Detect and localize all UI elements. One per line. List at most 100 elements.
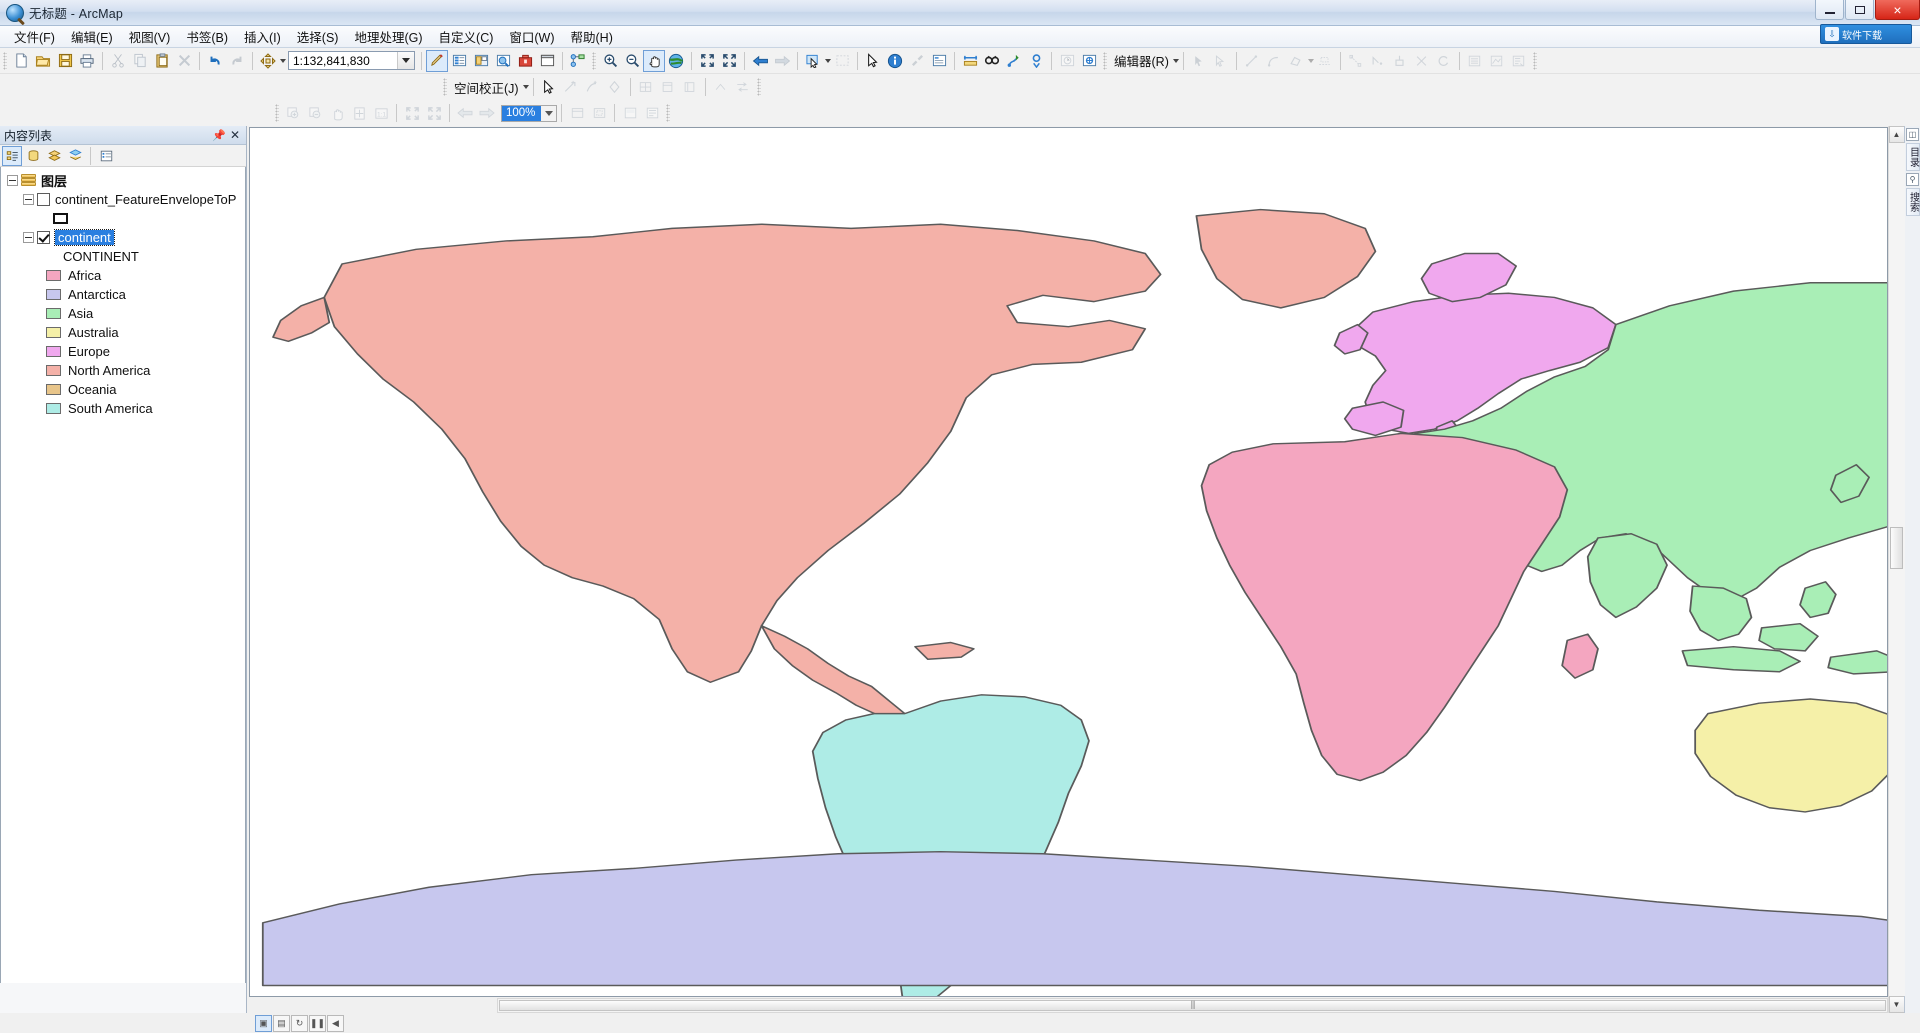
class-swatch[interactable] [46, 327, 61, 338]
menu-bookmarks[interactable]: 书签(B) [178, 25, 236, 48]
toc-layer-continent[interactable]: continent [1, 228, 245, 247]
fixed-zoom-out-icon[interactable] [423, 102, 445, 124]
pause-drawing-icon[interactable]: ❚❚ [309, 1014, 326, 1032]
toc-class-africa[interactable]: Africa [1, 266, 245, 285]
create-viewer-icon[interactable] [1078, 50, 1100, 72]
scroll-down-button[interactable]: ▼ [1888, 996, 1905, 1013]
toolbar-grip[interactable] [3, 51, 7, 70]
hyperlink-icon[interactable] [906, 50, 928, 72]
toc-class-oceania[interactable]: Oceania [1, 380, 245, 399]
expander-icon[interactable] [7, 175, 18, 186]
find-icon[interactable] [981, 50, 1003, 72]
attributes-icon[interactable] [1464, 50, 1486, 72]
pan-icon[interactable] [643, 49, 665, 72]
map-horizontal-scrollbar[interactable] [247, 997, 1888, 1013]
search-icon[interactable] [492, 50, 514, 72]
menu-help[interactable]: 帮助(H) [563, 25, 621, 48]
zoom-in-icon[interactable] [599, 50, 621, 72]
new-multipoint-link-icon[interactable] [604, 76, 626, 98]
layout-view-icon[interactable]: ▤ [273, 1014, 290, 1032]
toc-class-south-america[interactable]: South America [1, 399, 245, 418]
new-identity-link-icon[interactable] [582, 76, 604, 98]
chevron-left-icon[interactable]: ◀ [327, 1014, 344, 1032]
full-extent-icon[interactable] [665, 50, 687, 72]
download-banner[interactable]: ⇩ 软件下载 [1820, 24, 1912, 44]
hscroll-track[interactable] [497, 997, 1888, 1013]
menu-edit[interactable]: 编辑(E) [63, 25, 121, 48]
find-route-icon[interactable] [1003, 50, 1025, 72]
minimize-button[interactable] [1815, 0, 1844, 20]
toolbar-grip[interactable] [1532, 51, 1537, 70]
measure-icon[interactable] [959, 50, 981, 72]
rotate-icon[interactable] [1433, 50, 1455, 72]
class-swatch[interactable] [46, 365, 61, 376]
layout-pan-icon[interactable] [326, 102, 348, 124]
expander-icon[interactable] [23, 232, 34, 243]
new-displacement-link-icon[interactable] [560, 76, 582, 98]
save-icon[interactable] [54, 50, 76, 72]
layer-visibility-checkbox[interactable] [37, 231, 50, 244]
fixed-zoom-in-icon[interactable] [696, 50, 718, 72]
go-next-extent-icon[interactable] [771, 50, 793, 72]
vscroll-track[interactable] [1888, 143, 1905, 996]
split-icon[interactable] [1411, 50, 1433, 72]
select-elements-icon[interactable] [538, 76, 560, 98]
toolbar-grip[interactable] [592, 51, 596, 70]
list-by-source-icon[interactable] [23, 146, 43, 166]
view-link-table-icon[interactable] [635, 76, 657, 98]
class-swatch[interactable] [46, 384, 61, 395]
open-document-icon[interactable] [32, 50, 54, 72]
toc-class-australia[interactable]: Australia [1, 323, 245, 342]
map-scale-input[interactable] [289, 52, 397, 69]
focus-data-frame-icon[interactable] [588, 102, 610, 124]
layout-zoom-out-icon[interactable] [304, 102, 326, 124]
go-back-extent-icon[interactable] [749, 50, 771, 72]
straight-segment-icon[interactable] [1241, 50, 1263, 72]
cut-icon[interactable] [107, 50, 129, 72]
toc-layer-continent-featureenvelopetop[interactable]: continent_FeatureEnvelopeToP [1, 190, 245, 209]
arctoolbox-icon[interactable] [514, 50, 536, 72]
toc-tree[interactable]: 图层 continent_FeatureEnvelopeToP continen… [0, 167, 246, 983]
toolbar-grip[interactable] [756, 78, 761, 96]
layout-zoom-value[interactable]: 100% [502, 105, 542, 121]
scroll-up-button[interactable]: ▲ [1888, 126, 1905, 143]
new-document-icon[interactable] [10, 50, 32, 72]
toc-class-europe[interactable]: Europe [1, 342, 245, 361]
class-swatch[interactable] [46, 308, 61, 319]
class-swatch[interactable] [46, 403, 61, 414]
edit-annotation-icon[interactable] [1210, 50, 1232, 72]
spatial-adjustment-dropdown-icon[interactable] [522, 85, 529, 89]
data-driven-pages-icon[interactable] [641, 102, 663, 124]
map-canvas[interactable] [249, 127, 1888, 997]
construction-tool-icon[interactable] [1285, 50, 1307, 72]
arc-segment-icon[interactable] [1263, 50, 1285, 72]
menu-file[interactable]: 文件(F) [6, 25, 63, 48]
symbol-swatch-hollow[interactable] [53, 213, 68, 224]
zoom-whole-page-icon[interactable] [348, 102, 370, 124]
model-builder-icon[interactable] [567, 50, 589, 72]
hscroll-thumb[interactable] [499, 999, 1886, 1011]
options-icon[interactable] [96, 146, 116, 166]
edit-tool-icon[interactable] [1188, 50, 1210, 72]
editor-toolbar-icon[interactable] [426, 49, 448, 72]
toolbar-grip[interactable] [1103, 51, 1107, 70]
layout-zoom-in-icon[interactable] [282, 102, 304, 124]
menu-window[interactable]: 窗口(W) [501, 25, 562, 48]
toc-class-asia[interactable]: Asia [1, 304, 245, 323]
list-by-visibility-icon[interactable] [44, 146, 64, 166]
paste-icon[interactable] [151, 50, 173, 72]
data-view-icon[interactable]: ▣ [255, 1014, 272, 1032]
go-back-extent-icon[interactable] [454, 102, 476, 124]
undo-icon[interactable] [204, 50, 226, 72]
class-swatch[interactable] [46, 289, 61, 300]
world-map-svg[interactable] [250, 128, 1887, 996]
xy-locate-icon[interactable] [1025, 50, 1047, 72]
vscroll-thumb[interactable] [1889, 526, 1903, 569]
zoom-100-icon[interactable]: 1:1 [370, 102, 392, 124]
add-data-dropdown-icon[interactable] [280, 58, 286, 63]
catalog-icon[interactable] [470, 50, 492, 72]
toc-class-antarctica[interactable]: Antarctica [1, 285, 245, 304]
list-by-selection-icon[interactable] [65, 146, 85, 166]
class-swatch[interactable] [46, 270, 61, 281]
layout-zoom-dropdown-icon[interactable] [541, 105, 557, 121]
